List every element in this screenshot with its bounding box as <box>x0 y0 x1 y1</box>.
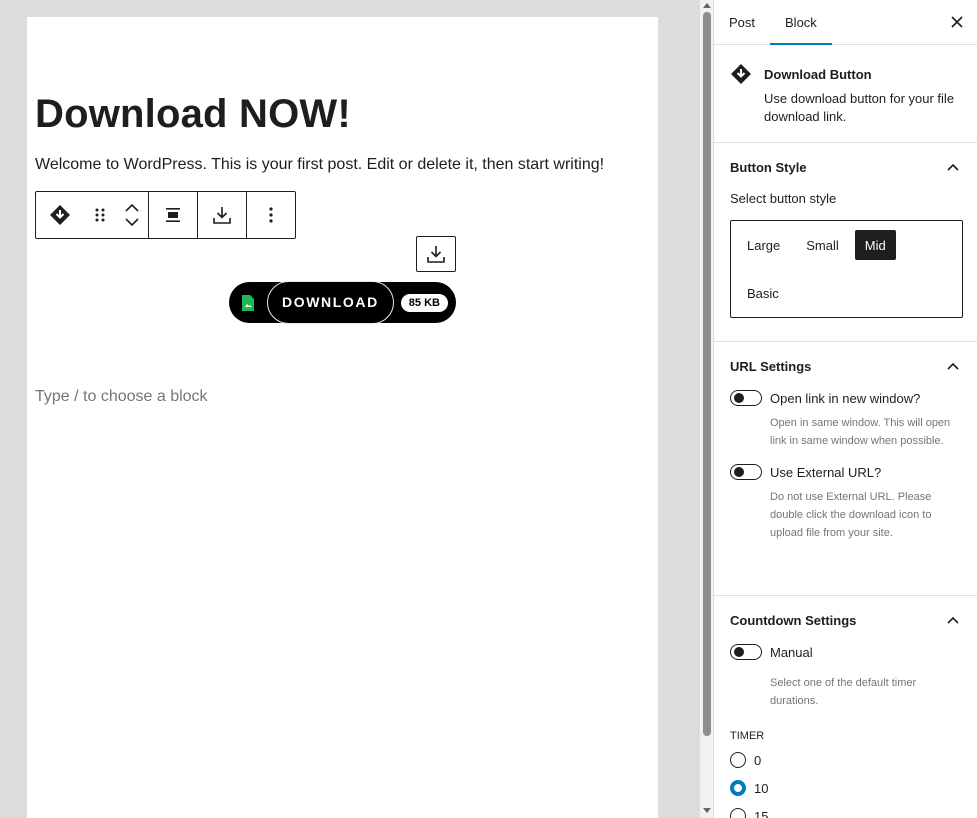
drag-handle-icon <box>95 208 105 222</box>
editor-scrollbar[interactable] <box>700 0 713 818</box>
more-options-icon <box>269 207 273 223</box>
move-up-icon[interactable] <box>125 203 139 212</box>
post-title[interactable]: Download NOW! <box>35 92 351 137</box>
timer-option-row: 10 <box>730 778 961 798</box>
block-placeholder[interactable]: Type / to choose a block <box>35 388 208 406</box>
download-icon <box>213 207 231 224</box>
block-card-description: Use download button for your file downlo… <box>764 91 955 124</box>
close-icon <box>951 16 963 28</box>
style-option-large[interactable]: Large <box>737 230 790 260</box>
block-card-icon-wrap <box>730 63 752 126</box>
panel-title: URL Settings <box>730 358 812 374</box>
upload-file-button[interactable] <box>416 236 456 272</box>
new-window-help: Open in same window. This will open link… <box>770 417 951 447</box>
chevron-up-icon <box>945 159 961 175</box>
timer-radio-15[interactable] <box>730 808 746 818</box>
sidebar-tabs: Post Block <box>714 0 977 45</box>
block-toolbar <box>35 191 296 239</box>
download-button[interactable]: DOWNLOAD 85 KB <box>229 280 456 324</box>
style-option-mid[interactable]: Mid <box>854 230 896 260</box>
close-sidebar-button[interactable] <box>947 12 967 32</box>
external-url-row: Use External URL? <box>730 464 961 480</box>
chevron-up-icon <box>945 358 961 374</box>
block-card: Download Button Use download button for … <box>714 45 977 143</box>
align-center-icon <box>166 208 180 222</box>
scroll-down-icon[interactable] <box>703 808 711 813</box>
external-url-label: Use External URL? <box>770 464 882 480</box>
timer-radio-0[interactable] <box>730 752 746 768</box>
block-type-button[interactable] <box>36 192 84 238</box>
button-style-options: Large Small Mid Basic <box>730 220 963 318</box>
panel-countdown-toggle[interactable]: Countdown Settings <box>730 596 961 644</box>
timer-option-label: 15 <box>754 808 769 818</box>
new-window-row: Open link in new window? <box>730 390 961 406</box>
settings-sidebar: Post Block Download Button Use download … <box>713 0 977 818</box>
tab-post[interactable]: Post <box>714 0 770 44</box>
download-text: DOWNLOAD <box>282 294 379 310</box>
external-url-help: Do not use External URL. Please double c… <box>770 491 932 539</box>
timer-option-row: 0 <box>730 750 961 770</box>
block-type-icon <box>50 205 70 225</box>
toolbar-group-align <box>149 192 198 238</box>
manual-row: Manual <box>730 644 961 660</box>
toolbar-download-button[interactable] <box>198 192 246 238</box>
file-icon <box>229 282 267 323</box>
scroll-up-icon[interactable] <box>703 3 711 8</box>
panel-url-settings: URL Settings Open link in new window? Op… <box>714 342 977 596</box>
toolbar-group-options <box>247 192 295 238</box>
manual-help: Select one of the default timer duration… <box>770 677 917 707</box>
style-option-small[interactable]: Small <box>796 230 849 260</box>
editor-canvas: Download NOW! Welcome to WordPress. This… <box>0 0 700 818</box>
style-option-basic[interactable]: Basic <box>737 278 789 308</box>
panel-title: Countdown Settings <box>730 612 857 628</box>
timer-label: TIMER <box>730 730 765 742</box>
download-icon <box>427 246 445 263</box>
timer-option-label: 10 <box>754 780 769 796</box>
align-button[interactable] <box>149 192 197 238</box>
editor-page: Download NOW! Welcome to WordPress. This… <box>27 17 658 818</box>
panel-countdown-settings: Countdown Settings Manual Select one of … <box>714 596 977 818</box>
external-url-toggle[interactable] <box>730 464 762 480</box>
manual-label: Manual <box>770 644 813 660</box>
new-window-toggle[interactable] <box>730 390 762 406</box>
post-paragraph[interactable]: Welcome to WordPress. This is your first… <box>35 156 604 174</box>
timer-radio-10[interactable] <box>730 780 746 796</box>
drag-handle[interactable] <box>84 192 116 238</box>
panel-button-style-toggle[interactable]: Button Style <box>730 143 961 191</box>
download-label: DOWNLOAD <box>267 280 394 324</box>
tab-block[interactable]: Block <box>770 0 832 45</box>
file-size-badge: 85 KB <box>400 293 448 312</box>
button-style-label: Select button style <box>730 191 837 206</box>
block-mover <box>116 192 148 238</box>
timer-option-label: 0 <box>754 752 762 768</box>
scroll-thumb[interactable] <box>703 12 711 736</box>
manual-toggle[interactable] <box>730 644 762 660</box>
move-down-icon[interactable] <box>125 218 139 227</box>
block-card-content: Download Button Use download button for … <box>764 63 961 126</box>
panel-button-style: Button Style Select button style Large S… <box>714 143 977 342</box>
download-button-block-icon <box>731 64 751 84</box>
timer-option-row: 15 <box>730 806 961 818</box>
more-options-button[interactable] <box>247 192 295 238</box>
toolbar-group-block <box>36 192 149 238</box>
panel-url-settings-toggle[interactable]: URL Settings <box>730 342 961 390</box>
panel-title: Button Style <box>730 159 807 175</box>
toolbar-group-download <box>198 192 247 238</box>
block-card-title: Download Button <box>764 67 872 82</box>
new-window-label: Open link in new window? <box>770 390 921 406</box>
chevron-up-icon <box>945 612 961 628</box>
